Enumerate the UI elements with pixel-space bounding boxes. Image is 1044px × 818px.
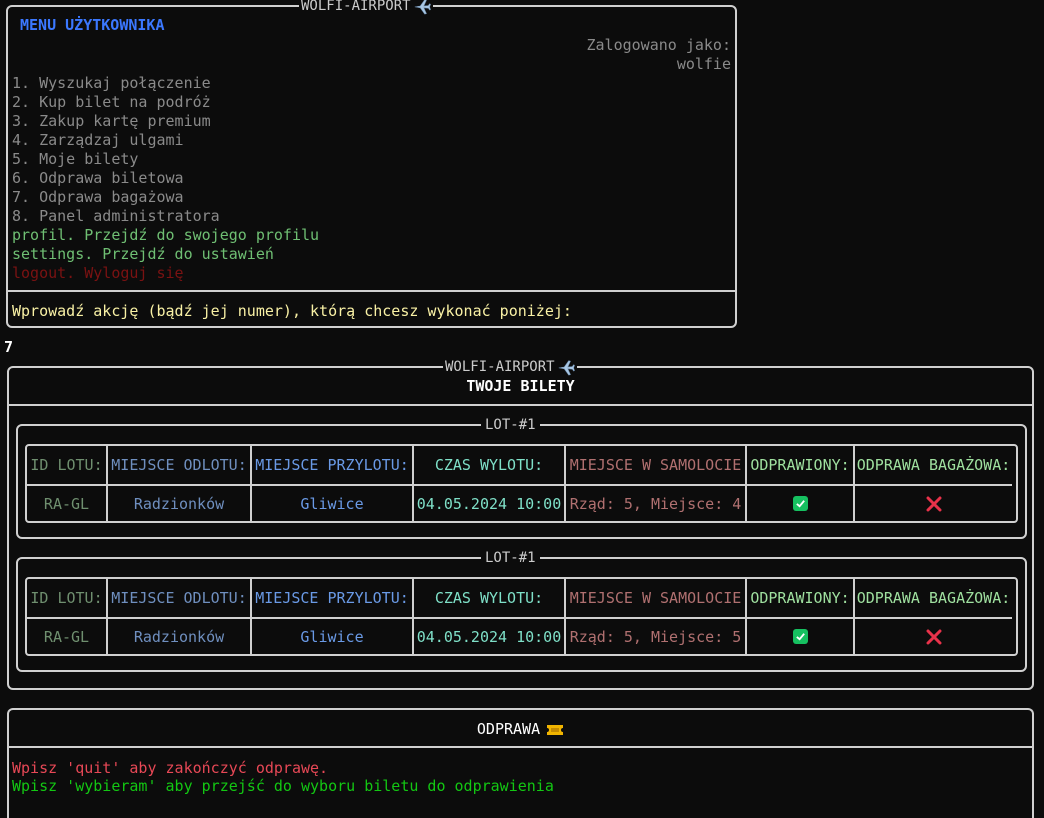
checkin-divider — [9, 746, 1032, 748]
menu-item-profile[interactable]: profil. Przejdź do swojego profilu — [12, 226, 319, 245]
quit-hint: Wpisz 'quit' aby zakończyć odprawę. — [12, 759, 329, 777]
menu-item-admin-panel[interactable]: 8. Panel administratora — [12, 207, 220, 226]
logged-in-label: Zalogowano jako: — [586, 36, 732, 54]
column-header: MIEJSCE PRZYLOTU: — [250, 446, 412, 484]
main-menu-panel: WOLFI-AIRPORT MENU UŻYTKOWNIKA Zalogowan… — [6, 0, 737, 328]
airplane-icon — [414, 0, 431, 15]
app-title: WOLFI-AIRPORT — [301, 0, 411, 14]
checkin-heading-row: ODPRAWA — [9, 720, 1032, 739]
flight-table: ID LOTU: MIEJSCE ODLOTU: MIEJSCE PRZYLOT… — [25, 577, 1018, 656]
tickets-panel: WOLFI-AIRPORT TWOJE BILETY LOT-#1 ID LOT… — [7, 357, 1034, 690]
user-input[interactable]: 7 — [4, 338, 13, 357]
menu-item-my-tickets[interactable]: 5. Moje bilety — [12, 150, 138, 169]
flight-frame-label: LOT-#1 — [481, 548, 540, 568]
baggage-status — [853, 617, 1012, 654]
tickets-frame-title: WOLFI-AIRPORT — [443, 357, 577, 377]
menu-item-logout[interactable]: logout. Wyloguj się — [12, 264, 184, 283]
flight-card: LOT-#1 ID LOTU: MIEJSCE ODLOTU: MIEJSCE … — [16, 548, 1027, 672]
checked-in-status — [745, 484, 853, 521]
flight-table: ID LOTU: MIEJSCE ODLOTU: MIEJSCE PRZYLOT… — [25, 444, 1018, 523]
flight-card: LOT-#1 ID LOTU: MIEJSCE ODLOTU: MIEJSCE … — [16, 415, 1027, 539]
column-header: ID LOTU: — [30, 456, 103, 474]
column-header: CZAS WYLOTU: — [412, 579, 564, 617]
column-header: ODPRAWIONY: — [745, 579, 853, 617]
seat: Rząd: 5, Miejsce: 5 — [564, 617, 745, 654]
departure-time: 04.05.2024 10:00 — [412, 617, 564, 654]
column-header: ODPRAWA BAGAŻOWA: — [853, 446, 1012, 484]
seat: Rząd: 5, Miejsce: 4 — [564, 484, 745, 521]
column-header: MIEJSCE W SAMOLOCIE — [564, 446, 745, 484]
checkin-heading: ODPRAWA — [476, 720, 541, 738]
check-icon — [792, 629, 808, 644]
cross-icon — [926, 496, 941, 511]
menu-frame-title: WOLFI-AIRPORT — [299, 0, 433, 16]
menu-item-settings[interactable]: settings. Przejdź do ustawień — [12, 245, 274, 264]
column-header: ODPRAWA BAGAŻOWA: — [853, 579, 1012, 617]
choose-ticket-hint: Wpisz 'wybieram' aby przejść do wyboru b… — [12, 777, 554, 795]
arrival-place: Gliwice — [250, 617, 412, 654]
app-title: WOLFI-AIRPORT — [445, 359, 555, 375]
menu-divider — [8, 290, 735, 292]
baggage-status — [853, 484, 1012, 521]
flight-id: RA-GL — [27, 617, 106, 654]
tickets-heading: TWOJE BILETY — [466, 377, 575, 395]
flight-frame-label: LOT-#1 — [481, 415, 540, 435]
column-header: MIEJSCE W SAMOLOCIE — [564, 579, 745, 617]
flight-id: RA-GL — [27, 484, 106, 521]
column-header: ID LOTU: — [30, 589, 103, 607]
ticket-icon — [547, 724, 564, 735]
menu-heading: MENU UŻYTKOWNIKA — [20, 16, 165, 34]
check-icon — [792, 496, 808, 511]
menu-item-search[interactable]: 1. Wyszukaj połączenie — [12, 74, 211, 93]
menu-item-baggage-checkin[interactable]: 7. Odprawa bagażowa — [12, 188, 184, 207]
departure-place: Radzionków — [106, 484, 250, 521]
airplane-icon — [558, 360, 575, 376]
menu-item-buy-ticket[interactable]: 2. Kup bilet na podróż — [12, 93, 211, 112]
action-prompt: Wprowadź akcję (bądź jej numer), którą c… — [12, 302, 572, 320]
column-header: MIEJSCE PRZYLOTU: — [250, 579, 412, 617]
tickets-divider — [9, 404, 1032, 406]
menu-item-premium-card[interactable]: 3. Zakup kartę premium — [12, 112, 211, 131]
arrival-place: Gliwice — [250, 484, 412, 521]
checkin-panel: ODPRAWA Wpisz 'quit' aby zakończyć odpra… — [7, 708, 1034, 818]
column-header: MIEJSCE ODLOTU: — [106, 579, 250, 617]
checked-in-status — [745, 617, 853, 654]
column-header: MIEJSCE ODLOTU: — [106, 446, 250, 484]
cross-icon — [926, 629, 941, 644]
column-header: CZAS WYLOTU: — [412, 446, 564, 484]
username: wolfie — [676, 55, 731, 73]
departure-time: 04.05.2024 10:00 — [412, 484, 564, 521]
menu-item-ticket-checkin[interactable]: 6. Odprawa biletowa — [12, 169, 184, 188]
column-header: ODPRAWIONY: — [745, 446, 853, 484]
menu-item-discounts[interactable]: 4. Zarządzaj ulgami — [12, 131, 184, 150]
departure-place: Radzionków — [106, 617, 250, 654]
